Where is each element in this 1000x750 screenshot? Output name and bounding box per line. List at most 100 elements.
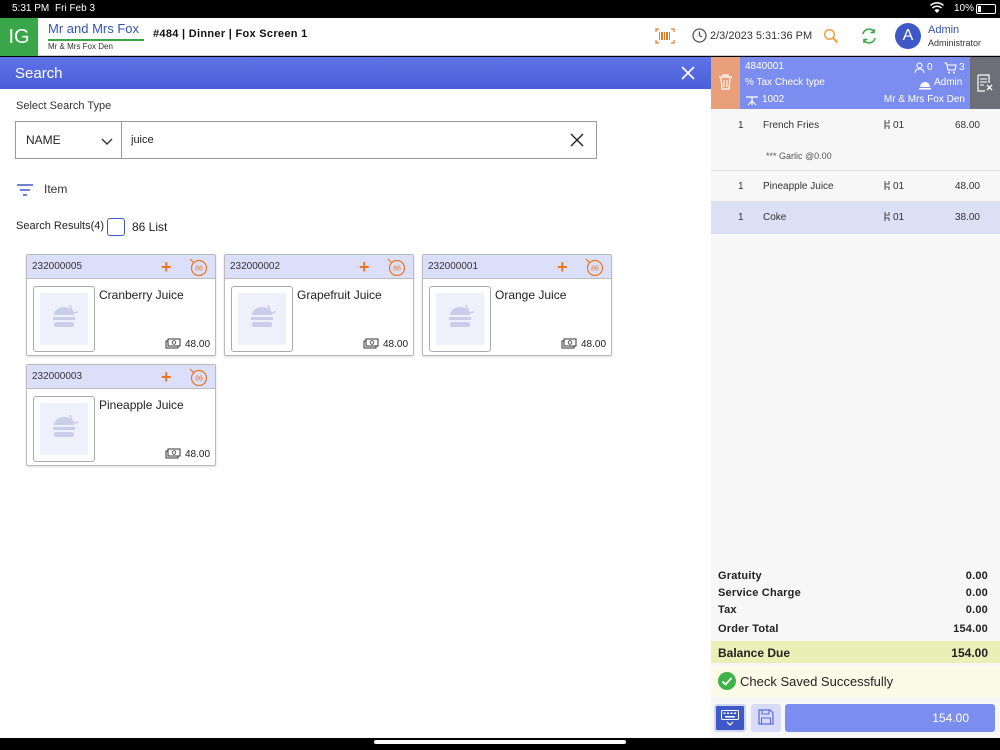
item-image: [231, 286, 293, 352]
filter-label[interactable]: Item: [44, 182, 67, 196]
item-code: 232000005: [32, 261, 83, 272]
item-price: 48.00: [383, 339, 409, 350]
check-circle-icon: [718, 672, 736, 690]
line-qty: 1: [738, 120, 744, 131]
sync-icon[interactable]: [860, 27, 878, 45]
result-card[interactable]: 232000002 + 86 Grapefruit Juice 48.00: [224, 254, 414, 356]
item-code: 232000001: [428, 261, 479, 272]
result-card-header: 232000005 + 86: [27, 255, 215, 279]
save-status-message: Check Saved Successfully: [740, 674, 894, 689]
check-number: 4840001: [745, 61, 784, 72]
add-item-icon[interactable]: +: [557, 258, 568, 276]
svg-text:86: 86: [195, 266, 203, 273]
add-item-icon[interactable]: +: [161, 368, 172, 386]
line-seat: 01: [893, 120, 905, 131]
save-status-bar: Check Saved Successfully: [711, 667, 1000, 697]
delete-check-button[interactable]: [711, 57, 740, 109]
search-type-select[interactable]: NAME: [16, 122, 122, 158]
gratuity-value: 0.00: [965, 570, 988, 582]
search-type-label: Select Search Type: [16, 100, 112, 112]
wifi-icon: [929, 2, 945, 17]
item-image: [33, 286, 95, 352]
keyboard-icon: [721, 710, 739, 731]
filter-icon[interactable]: [16, 183, 34, 197]
food-placeholder-icon: [40, 403, 88, 455]
result-card[interactable]: 232000003 + 86 Pineapple Juice 48.00: [26, 364, 216, 466]
item-price: 48.00: [185, 449, 211, 460]
keyboard-button[interactable]: [714, 704, 746, 732]
battery-icon: [976, 4, 996, 14]
search-title: Search: [15, 65, 63, 82]
user-avatar[interactable]: A: [895, 23, 921, 49]
search-icon[interactable]: [823, 28, 839, 44]
result-card-header: 232000001 + 86: [423, 255, 611, 279]
line-qty: 1: [738, 212, 744, 223]
current-datetime: 2/3/2023 5:31:36 PM: [710, 30, 813, 42]
service-charge-label: Service Charge: [718, 587, 801, 599]
line-name: Coke: [763, 212, 787, 223]
86-item-icon[interactable]: 86: [585, 258, 604, 277]
line-seat: 01: [893, 212, 905, 223]
check-header: 4840001 % Tax Check type 1002 0 3 Admin …: [711, 57, 1000, 109]
seat-icon: [883, 212, 891, 222]
svg-text:86: 86: [591, 266, 599, 273]
server-name: Admin: [934, 77, 963, 88]
item-count: 3: [959, 62, 965, 73]
price-icon: [363, 337, 379, 349]
pay-button[interactable]: 154.00: [785, 704, 995, 732]
result-card-header: 232000003 + 86: [27, 365, 215, 389]
user-name[interactable]: Admin: [928, 24, 959, 36]
result-card[interactable]: 232000001 + 86 Orange Juice 48.00: [422, 254, 612, 356]
item-code: 232000003: [32, 371, 83, 382]
line-price: 48.00: [954, 181, 980, 192]
store-underline: [48, 39, 144, 41]
list86-label[interactable]: 86 List: [132, 220, 167, 234]
home-indicator[interactable]: [374, 740, 626, 744]
app-logo: IG: [0, 18, 38, 56]
search-results-count: Search Results(4): [16, 220, 105, 232]
add-item-icon[interactable]: +: [359, 258, 370, 276]
status-time: 5:31 PM: [12, 3, 50, 14]
status-bar: 5:31 PM Fri Feb 3 10%: [0, 0, 1000, 18]
price-icon: [165, 337, 181, 349]
line-seat: 01: [893, 181, 905, 192]
food-placeholder-icon: [238, 293, 286, 345]
result-card[interactable]: 232000005 + 86 Cranberry Juice 48.00: [26, 254, 216, 356]
barcode-icon[interactable]: [655, 28, 675, 44]
cart-icon: [944, 61, 957, 74]
86-item-icon[interactable]: 86: [387, 258, 406, 277]
server-icon: [919, 77, 931, 90]
result-card-header: 232000002 + 86: [225, 255, 413, 279]
close-icon[interactable]: [680, 65, 696, 81]
svg-text:86: 86: [195, 376, 203, 383]
table-number: 1002: [762, 94, 785, 105]
item-image: [429, 286, 491, 352]
close-check-button[interactable]: [970, 57, 1000, 109]
balance-due-row: Balance Due 154.00: [711, 641, 1000, 663]
pay-amount: 154.00: [932, 711, 969, 725]
search-panel: Search Select Search Type NAME Item Sear…: [0, 57, 711, 738]
status-date: Fri Feb 3: [55, 3, 96, 14]
store-name[interactable]: Mr and Mrs Fox: [48, 21, 139, 36]
table-icon: [745, 93, 759, 106]
clear-search-icon[interactable]: [569, 132, 585, 148]
food-placeholder-icon: [436, 293, 484, 345]
trash-icon: [718, 74, 733, 90]
guest-icon: [914, 61, 925, 74]
86-item-icon[interactable]: 86: [189, 258, 208, 277]
seat-icon: [883, 120, 891, 130]
user-role: Administrator: [928, 38, 982, 48]
item-price: 48.00: [581, 339, 607, 350]
search-header: Search: [0, 57, 711, 89]
search-input[interactable]: [131, 130, 561, 150]
list86-checkbox[interactable]: [107, 218, 125, 236]
add-item-icon[interactable]: +: [161, 258, 172, 276]
price-icon: [165, 447, 181, 459]
save-check-button[interactable]: [751, 704, 781, 732]
item-name: Pineapple Juice: [99, 398, 184, 412]
line-price: 68.00: [954, 120, 980, 131]
tax-check-type[interactable]: % Tax Check type: [745, 77, 825, 88]
86-item-icon[interactable]: 86: [189, 368, 208, 387]
price-icon: [561, 337, 577, 349]
check-panel: 4840001 % Tax Check type 1002 0 3 Admin …: [711, 57, 1000, 738]
